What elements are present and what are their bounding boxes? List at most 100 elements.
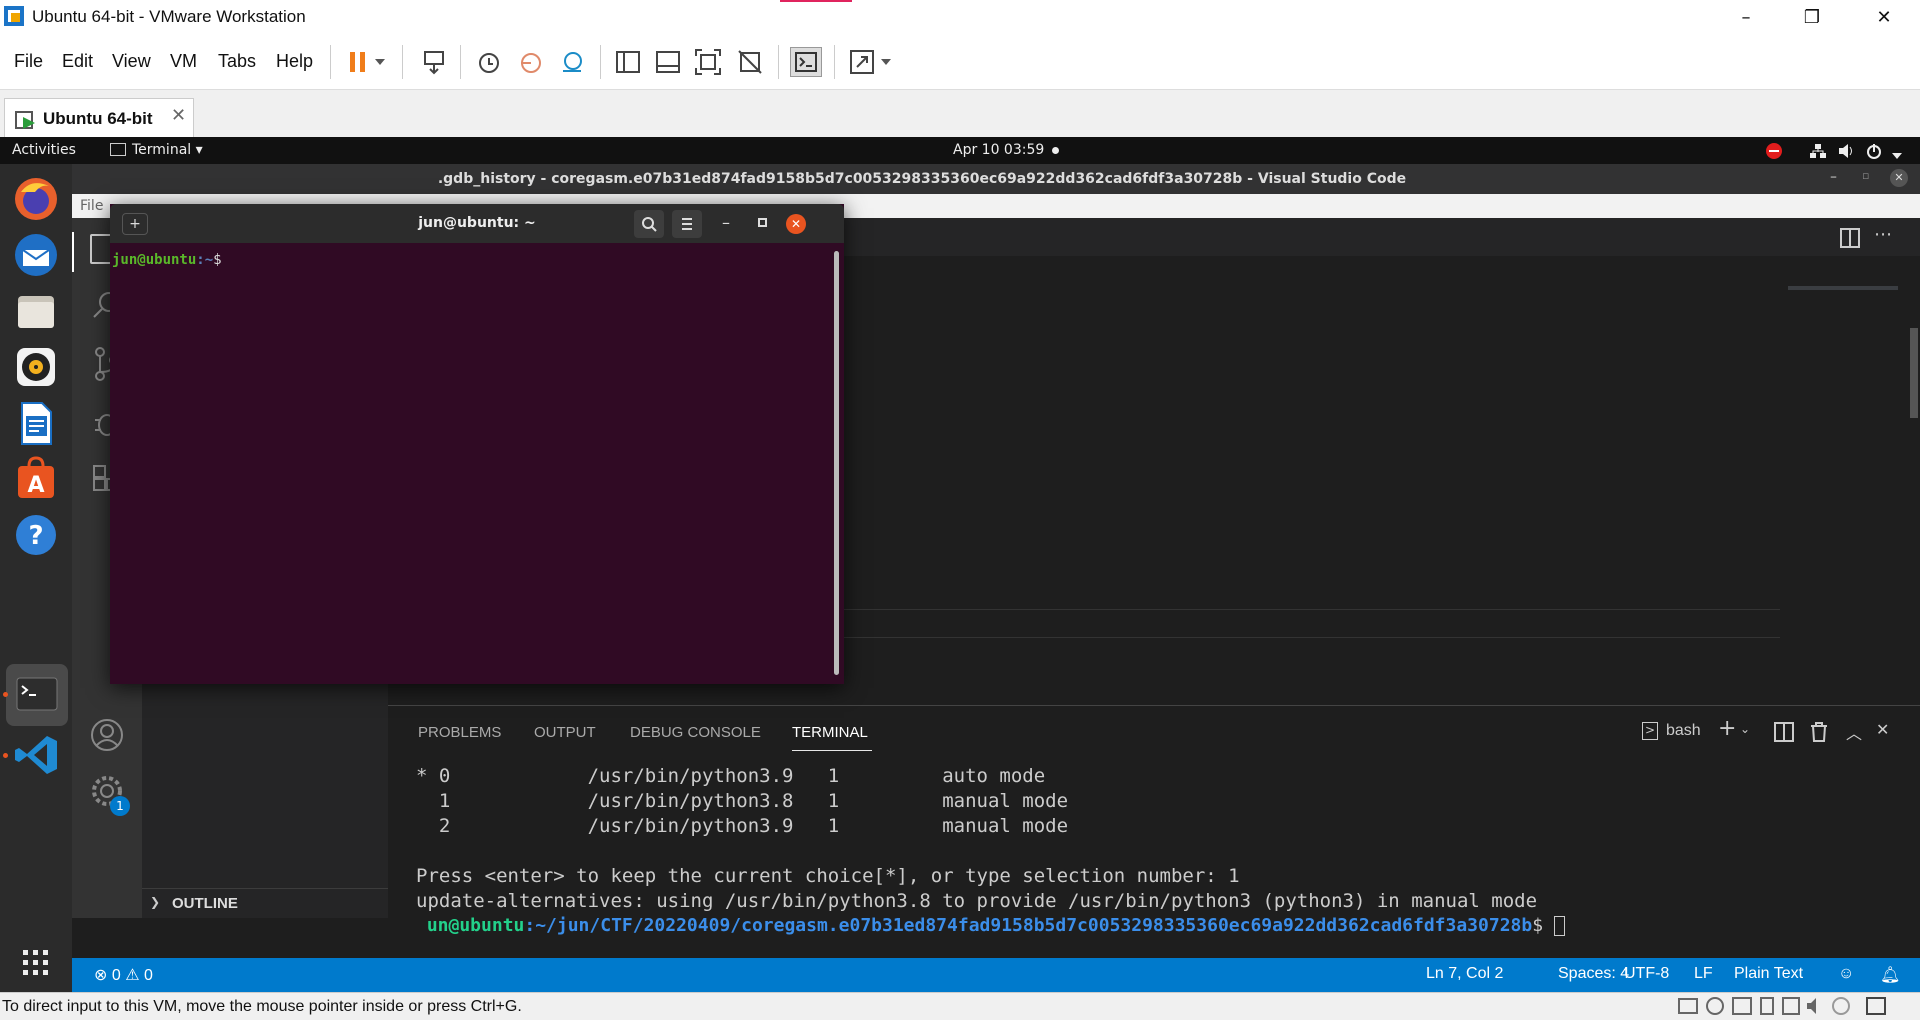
- vscode-minimize-button[interactable]: –: [1830, 169, 1837, 185]
- gnome-terminal-window[interactable]: + jun@ubuntu: ~ – ✕ jun@ubuntu:~$: [110, 204, 844, 684]
- terminal-shell-name[interactable]: bash: [1666, 722, 1701, 740]
- thunderbird-icon[interactable]: [11, 230, 61, 280]
- search-icon[interactable]: [634, 210, 664, 238]
- maximize-button[interactable]: [758, 218, 767, 227]
- printer-icon[interactable]: [1782, 997, 1800, 1015]
- files-icon[interactable]: [11, 286, 61, 336]
- vscode-icon[interactable]: [11, 730, 61, 780]
- running-indicator: [3, 692, 8, 697]
- trash-icon[interactable]: [1810, 722, 1828, 746]
- close-button[interactable]: ✕: [1854, 0, 1914, 35]
- full-screen-icon[interactable]: [692, 47, 724, 77]
- restore-button[interactable]: ❐: [1782, 0, 1842, 35]
- terminal-prompt[interactable]: un@ubuntu:~/jun/CTF/20220409/coregasm.e0…: [416, 915, 1565, 936]
- encoding[interactable]: UTF-8: [1624, 965, 1669, 983]
- new-terminal-icon[interactable]: +: [1718, 716, 1736, 741]
- terminal-scrollbar[interactable]: [834, 251, 839, 675]
- menu-file[interactable]: File: [14, 51, 43, 72]
- problems-status[interactable]: ⊗ 0 ⚠ 0: [94, 965, 153, 985]
- split-editor-icon[interactable]: [1840, 228, 1860, 252]
- minimap[interactable]: [1788, 286, 1898, 290]
- minimize-button[interactable]: –: [1716, 0, 1776, 35]
- close-button[interactable]: ✕: [786, 214, 806, 234]
- menu-vm[interactable]: VM: [170, 51, 197, 72]
- activities-button[interactable]: Activities: [12, 142, 76, 158]
- indentation[interactable]: Spaces: 4: [1558, 965, 1629, 983]
- vscode-title: .gdb_history - coregasm.e07b31ed874fad91…: [437, 171, 1407, 187]
- vm-display[interactable]: Activities Terminal ▾ Apr 10 03:59 A ? .…: [0, 137, 1920, 992]
- software-center-icon[interactable]: A: [11, 454, 61, 504]
- sound-icon[interactable]: [1806, 997, 1826, 1019]
- terminal-dock-icon[interactable]: [6, 664, 68, 726]
- thumbnail-bar-icon[interactable]: [652, 47, 684, 77]
- gnome-terminal-prompt[interactable]: jun@ubuntu:~$: [112, 252, 222, 268]
- menu-tabs[interactable]: Tabs: [218, 51, 256, 72]
- show-apps-icon[interactable]: [11, 938, 61, 988]
- app-menu[interactable]: Terminal ▾: [132, 142, 203, 158]
- split-terminal-icon[interactable]: [1774, 722, 1794, 746]
- language-mode[interactable]: Plain Text: [1734, 965, 1803, 983]
- toolbar-separator: [778, 45, 779, 79]
- network-icon[interactable]: [1810, 143, 1826, 163]
- stretch-guest-icon[interactable]: [846, 47, 878, 77]
- tab-output[interactable]: OUTPUT: [534, 724, 596, 741]
- chevron-down-icon[interactable]: ⌄: [1740, 722, 1750, 736]
- warning-icon: ⚠: [120, 967, 144, 984]
- libreoffice-writer-icon[interactable]: [11, 398, 61, 448]
- chevron-down-icon[interactable]: [876, 47, 896, 77]
- editor-scrollbar[interactable]: [1910, 328, 1918, 418]
- volume-icon[interactable]: [1838, 143, 1854, 163]
- tab-close-icon[interactable]: ✕: [171, 105, 186, 126]
- hamburger-menu-icon[interactable]: [672, 210, 702, 238]
- close-panel-icon[interactable]: ✕: [1876, 720, 1889, 739]
- send-ctrl-alt-del-icon[interactable]: [418, 47, 450, 77]
- vscode-menu-file[interactable]: File: [80, 198, 103, 214]
- menu-view[interactable]: View: [112, 51, 151, 72]
- menu-edit[interactable]: Edit: [62, 51, 93, 72]
- cd-dvd-icon[interactable]: [1706, 997, 1724, 1015]
- more-actions-icon[interactable]: ⋯: [1874, 224, 1892, 245]
- terminal-cursor: [1553, 916, 1565, 936]
- tab-ubuntu[interactable]: Ubuntu 64-bit ✕: [4, 98, 194, 138]
- error-indicator-icon[interactable]: [1766, 143, 1782, 159]
- firefox-icon[interactable]: [11, 174, 61, 224]
- tab-terminal[interactable]: TERMINAL: [792, 724, 868, 741]
- revert-snapshot-icon[interactable]: [514, 47, 546, 77]
- notifications-bell-icon[interactable]: 🔔︎: [1880, 965, 1900, 985]
- terminal-line: update-alternatives: using /usr/bin/pyth…: [416, 890, 1538, 912]
- terminal-shell-icon: >: [1642, 722, 1658, 740]
- error-icon: ⊗: [94, 967, 112, 984]
- vscode-maximize-button[interactable]: ▫: [1862, 169, 1869, 182]
- tab-problems[interactable]: PROBLEMS: [418, 724, 501, 741]
- active-indicator: [72, 232, 74, 272]
- usb-icon[interactable]: [1760, 997, 1774, 1015]
- cursor-position[interactable]: Ln 7, Col 2: [1426, 965, 1503, 983]
- chevron-down-icon[interactable]: [1892, 147, 1902, 163]
- menu-help[interactable]: Help: [276, 51, 313, 72]
- unity-mode-icon[interactable]: [734, 47, 766, 77]
- vscode-close-button[interactable]: ✕: [1890, 169, 1908, 187]
- snapshot-manager-icon[interactable]: [556, 47, 588, 77]
- display-icon[interactable]: [1832, 997, 1850, 1015]
- power-icon[interactable]: [1866, 143, 1882, 163]
- chevron-down-icon[interactable]: [370, 47, 390, 77]
- tab-debug-console[interactable]: DEBUG CONSOLE: [630, 724, 761, 741]
- error-count: 0: [111, 967, 121, 984]
- minimize-button[interactable]: –: [722, 213, 730, 232]
- library-icon[interactable]: [612, 47, 644, 77]
- clock[interactable]: Apr 10 03:59: [953, 142, 1044, 158]
- network-adapter-icon[interactable]: [1732, 997, 1752, 1015]
- console-view-icon[interactable]: [790, 47, 822, 77]
- snapshot-icon[interactable]: [472, 47, 504, 77]
- vmware-titlebar: Ubuntu 64-bit - VMware Workstation – ❐ ✕: [0, 0, 1920, 35]
- outline-section[interactable]: ❯ OUTLINE: [142, 888, 388, 918]
- rhythmbox-icon[interactable]: [11, 342, 61, 392]
- end-of-line[interactable]: LF: [1694, 965, 1713, 983]
- maximize-panel-icon[interactable]: ︿: [1846, 720, 1862, 744]
- hard-disk-icon[interactable]: [1678, 998, 1698, 1014]
- help-icon[interactable]: ?: [11, 510, 61, 560]
- message-log-icon[interactable]: [1866, 997, 1886, 1015]
- terminal-line: 1 /usr/bin/python3.8 1 manual mode: [416, 790, 1069, 812]
- feedback-icon[interactable]: ☺: [1838, 965, 1854, 983]
- accounts-icon[interactable]: [90, 718, 124, 756]
